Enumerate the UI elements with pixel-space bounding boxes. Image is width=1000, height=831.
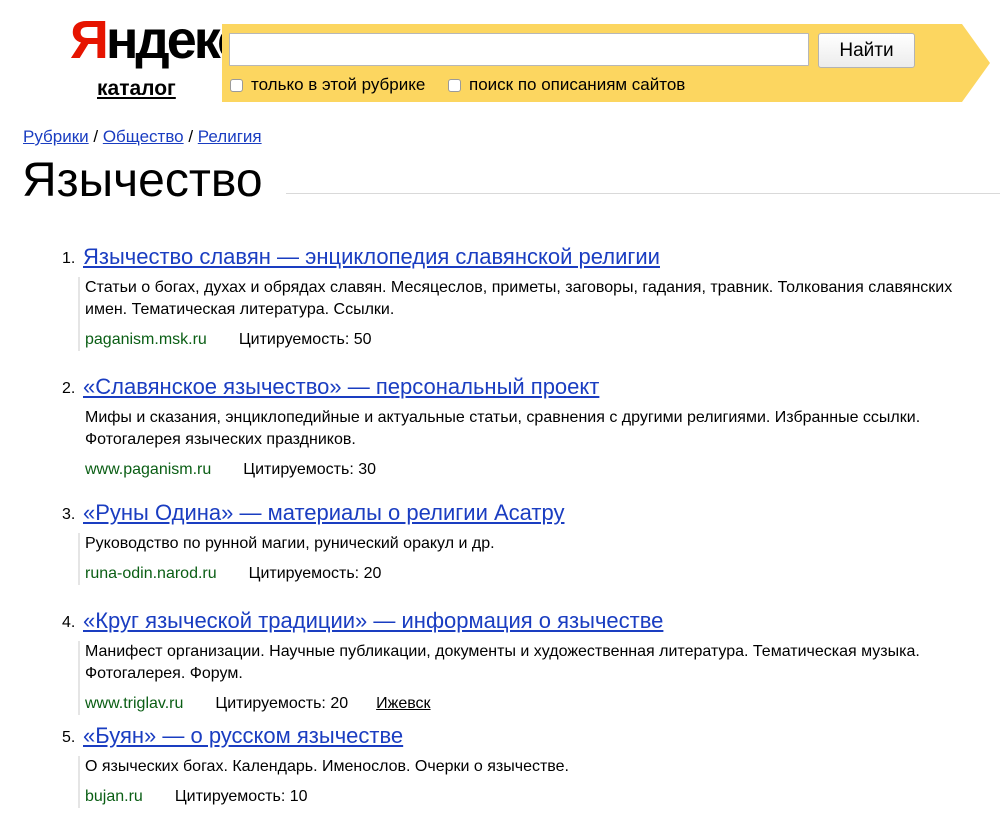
result-number: 5. [62,729,76,746]
result-title-link[interactable]: Язычество славян — энциклопедия славянск… [83,243,660,271]
result-meta: runa-odin.narod.ru Цитируемость: 20 [85,563,980,585]
option-descriptions[interactable]: поиск по описаниям сайтов [448,75,685,95]
option-rubric[interactable]: только в этой рубрике [230,75,425,95]
result-number: 3. [62,506,76,523]
result-body: Мифы и сказания, энциклопедийные и актуа… [78,407,980,481]
result-body: Руководство по рунной магии, рунический … [78,533,980,585]
result-title-link[interactable]: «Руны Одина» — материалы о религии Асатр… [83,499,564,527]
breadcrumb-separator: / [183,127,198,146]
rubric-checkbox[interactable] [230,78,243,92]
search-bar: Найти только в этой рубрике поиск по опи… [222,24,990,102]
result-title-link[interactable]: «Буян» — о русском язычестве [83,722,403,750]
breadcrumb-separator: / [88,127,103,146]
result-description: Мифы и сказания, энциклопедийные и актуа… [85,409,921,448]
result-citation: Цитируемость: 20 [248,565,382,582]
result-citation: Цитируемость: 10 [174,788,308,805]
result-citation: Цитируемость: 20 [215,695,349,712]
result-number: 1. [62,250,76,267]
result-meta: bujan.ru Цитируемость: 10 [85,786,980,808]
breadcrumb-rubrics[interactable]: Рубрики [23,127,89,146]
result-url: bujan.ru [85,788,143,805]
descriptions-checkbox-label: поиск по описаниям сайтов [469,75,686,94]
result-number: 2. [62,380,76,397]
search-button[interactable]: Найти [818,33,915,68]
result-body: Манифест организации. Научные публикации… [78,641,980,715]
result-meta: www.paganism.ru Цитируемость: 30 [85,459,980,481]
result-title-link[interactable]: «Круг языческой традиции» — информация о… [83,607,663,635]
result-url: www.triglav.ru [85,695,184,712]
result-description: О языческих богах. Календарь. Именослов.… [85,758,569,775]
search-input[interactable] [229,33,809,66]
page-title: Язычество [22,154,263,207]
result-description: Статьи о богах, духах и обрядах славян. … [85,279,953,318]
descriptions-checkbox[interactable] [448,78,461,92]
catalog-link[interactable]: каталог [97,77,176,101]
result-url: paganism.msk.ru [85,331,207,348]
title-divider [286,193,1000,194]
result-description: Руководство по рунной магии, рунический … [85,535,495,552]
breadcrumb: Рубрики / Общество / Религия [23,127,262,147]
breadcrumb-society[interactable]: Общество [103,127,184,146]
result-url: www.paganism.ru [85,461,212,478]
result-title-link[interactable]: «Славянское язычество» — персональный пр… [83,373,599,401]
result-description: Манифест организации. Научные публикации… [85,643,920,682]
result-region-link[interactable]: Ижевск [376,695,430,712]
breadcrumb-religion[interactable]: Религия [198,127,262,146]
result-url: runa-odin.narod.ru [85,565,217,582]
result-citation: Цитируемость: 50 [238,331,372,348]
result-meta: www.triglav.ru Цитируемость: 20 Ижевск [85,693,980,715]
logo-letter: Я [70,10,109,70]
result-number: 4. [62,614,76,631]
yandex-logo[interactable]: Яндекс [70,8,247,72]
result-meta: paganism.msk.ru Цитируемость: 50 [85,329,980,351]
result-body: Статьи о богах, духах и обрядах славян. … [78,277,980,351]
result-citation: Цитируемость: 30 [243,461,377,478]
result-body: О языческих богах. Календарь. Именослов.… [78,756,980,808]
rubric-checkbox-label: только в этой рубрике [251,75,426,94]
